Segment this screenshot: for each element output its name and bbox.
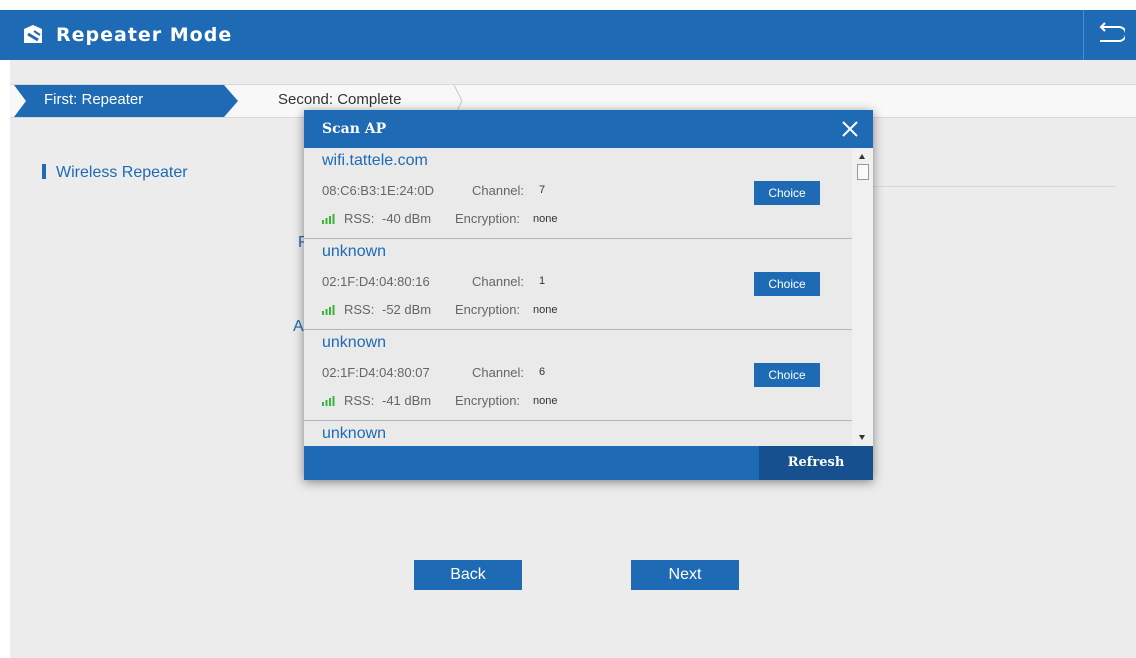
encryption-label: Encryption: [455, 302, 521, 317]
scan-ap-dialog: Scan AP wifi.tattele.com 08:C6:B3:1E:24:… [304, 110, 873, 480]
signal-strength-icon [322, 396, 335, 406]
scroll-down-arrow-icon[interactable] [856, 432, 868, 442]
encryption-value: none [533, 395, 558, 407]
ap-mac: 08:C6:B3:1E:24:0D [322, 183, 435, 198]
ap-list-item: wifi.tattele.com 08:C6:B3:1E:24:0D Chann… [304, 148, 852, 239]
encryption-label: Encryption: [455, 211, 521, 226]
rss-value: -40 dBm [382, 211, 432, 226]
ap-list-item: unknown 02:1F:D4:04:80:16 Channel: 1 RSS… [304, 239, 852, 330]
channel-label: Channel: [472, 365, 525, 380]
channel-value: 6 [539, 366, 546, 378]
step-first: First: Repeater [14, 85, 238, 117]
section-title-text: Wireless Repeater [56, 164, 188, 181]
rss-label: RSS: [344, 393, 375, 408]
section-title: Wireless Repeater [42, 164, 188, 182]
back-button[interactable]: Back [414, 560, 522, 590]
channel-value: 7 [539, 184, 546, 196]
channel-value: 1 [539, 275, 546, 287]
rss-label: RSS: [344, 211, 375, 226]
obscured-label-fragment: A [293, 318, 304, 335]
step-second-label: Second: Complete [278, 91, 402, 108]
ap-list-item: unknown [304, 421, 852, 446]
signal-strength-icon [322, 305, 335, 315]
ap-ssid: unknown [322, 243, 387, 260]
encryption-value: none [533, 213, 558, 225]
encryption-label: Encryption: [455, 393, 521, 408]
rss-label: RSS: [344, 302, 375, 317]
ap-ssid: wifi.tattele.com [322, 152, 428, 169]
ap-list-item: unknown 02:1F:D4:04:80:07 Channel: 6 RSS… [304, 330, 852, 421]
ap-ssid: unknown [322, 334, 387, 351]
return-arrow-icon [1099, 22, 1125, 42]
choice-button[interactable]: Choice [754, 363, 820, 387]
dialog-title: Scan AP [322, 121, 387, 137]
top-bar: Repeater Mode [0, 10, 1136, 60]
channel-label: Channel: [472, 274, 525, 289]
step-first-label: First: Repeater [44, 91, 144, 108]
ap-mac: 02:1F:D4:04:80:07 [322, 365, 430, 380]
ap-mac: 02:1F:D4:04:80:16 [322, 274, 430, 289]
ap-ssid: unknown [322, 425, 387, 442]
section-marker [42, 164, 46, 179]
page-title: Repeater Mode [56, 24, 233, 46]
rss-value: -52 dBm [382, 302, 432, 317]
dialog-footer: Refresh [304, 446, 873, 480]
encryption-value: none [533, 304, 558, 316]
choice-button[interactable]: Choice [754, 272, 820, 296]
close-icon[interactable] [839, 118, 861, 140]
refresh-button[interactable]: Refresh [759, 446, 873, 480]
scrollbar-thumb[interactable] [857, 164, 869, 180]
ap-list[interactable]: wifi.tattele.com 08:C6:B3:1E:24:0D Chann… [304, 148, 852, 446]
signal-strength-icon [322, 214, 335, 224]
choice-button[interactable]: Choice [754, 181, 820, 205]
scroll-up-arrow-icon[interactable] [856, 152, 868, 162]
channel-label: Channel: [472, 183, 525, 198]
router-icon [24, 25, 42, 43]
next-button[interactable]: Next [631, 560, 739, 590]
ap-list-scrollbar[interactable] [852, 148, 873, 446]
section-divider [864, 186, 1116, 187]
rss-value: -41 dBm [382, 393, 432, 408]
dialog-header: Scan AP [304, 110, 873, 148]
return-button[interactable] [1083, 10, 1136, 60]
